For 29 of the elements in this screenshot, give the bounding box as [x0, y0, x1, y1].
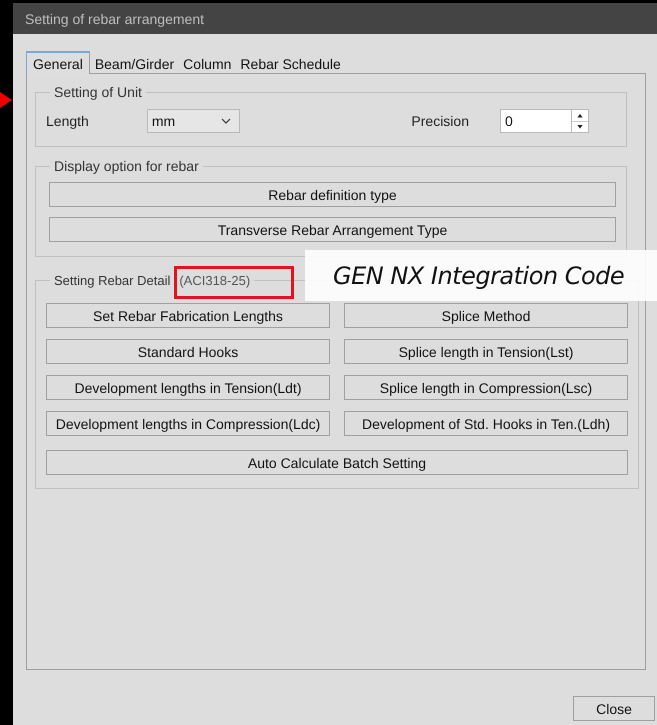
group-title: Setting Rebar Detail [54, 273, 170, 288]
setting-button[interactable]: Set Rebar Fabrication Lengths [46, 303, 330, 328]
close-button[interactable]: Close [573, 696, 655, 721]
length-label: Length [46, 113, 89, 129]
group-title: Setting of Unit [54, 84, 142, 100]
tab[interactable]: Column [178, 53, 236, 73]
setting-button[interactable]: Development lengths in Compression(Ldc) [46, 411, 330, 436]
precision-label: Precision [411, 113, 469, 129]
code-label: (ACI318-25) [179, 273, 250, 288]
option-button[interactable]: Rebar definition type [49, 182, 616, 207]
setting-button[interactable]: Splice Method [344, 303, 628, 328]
batch-setting-button[interactable]: Auto Calculate Batch Setting [46, 450, 628, 475]
setting-button[interactable]: Development of Std. Hooks in Ten.(Ldh) [344, 411, 628, 436]
group-title: Display option for rebar [54, 158, 199, 174]
setting-button[interactable]: Development lengths in Tension(Ldt) [46, 375, 330, 400]
window-title: Setting of rebar arrangement [25, 10, 204, 26]
callout-text: GEN NX Integration Code [333, 262, 624, 290]
setting-button[interactable]: Standard Hooks [46, 339, 330, 364]
tab[interactable]: Beam/Girder [90, 53, 178, 73]
chevron-down-icon [220, 118, 231, 124]
setting-button[interactable]: Splice length in Compression(Lsc) [344, 375, 628, 400]
spin-buttons[interactable] [571, 109, 589, 133]
arrow-icon [0, 92, 12, 108]
length-dropdown[interactable]: mm [146, 109, 240, 133]
tab[interactable]: General [26, 51, 90, 74]
setting-button[interactable]: Splice length in Tension(Lst) [344, 339, 628, 364]
tab[interactable]: Rebar Schedule [235, 53, 345, 73]
precision-field[interactable]: 0 [500, 109, 571, 133]
option-button[interactable]: Transverse Rebar Arrangement Type [49, 217, 616, 242]
